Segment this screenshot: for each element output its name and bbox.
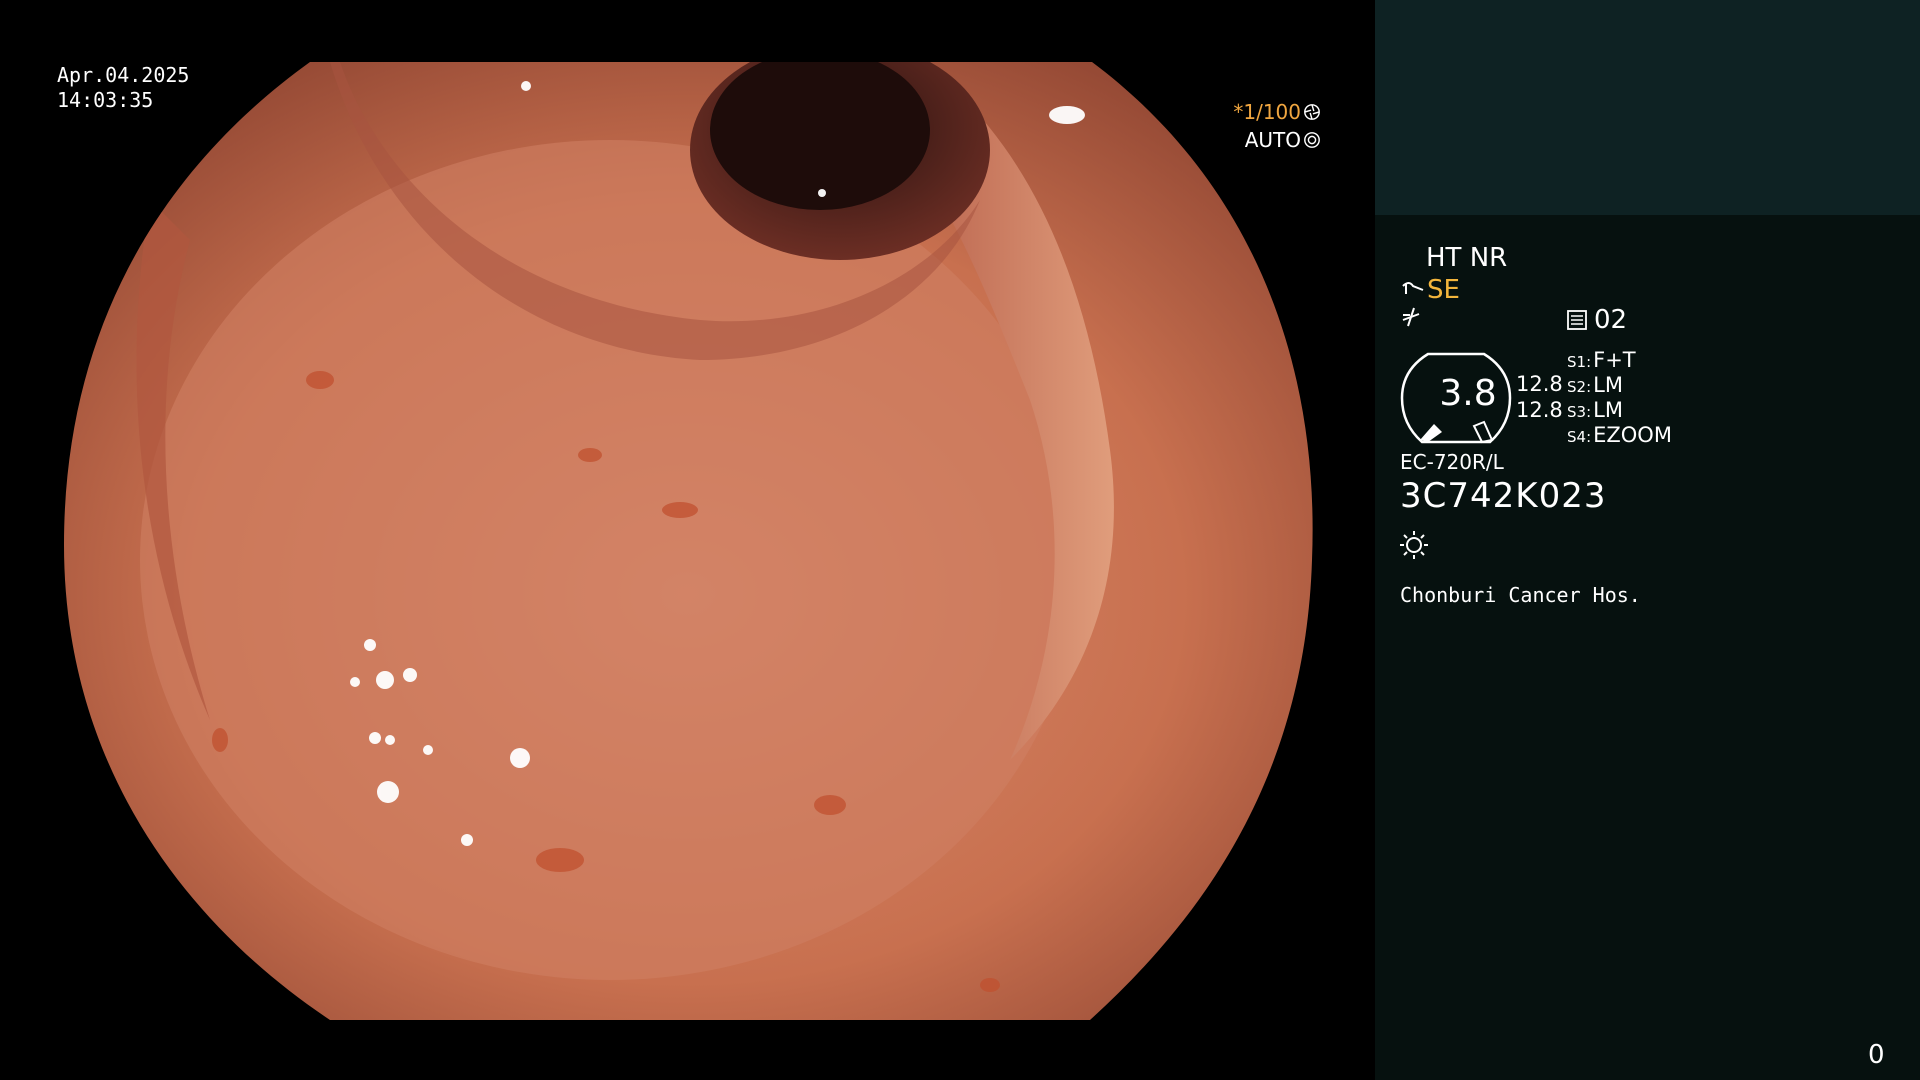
light-sun-icon (1400, 531, 1428, 559)
switch-key: S4: (1567, 428, 1592, 446)
scope-model: EC-720R/L (1400, 450, 1504, 474)
gauge-value: 3.8 (1439, 373, 1497, 414)
iris-mode: AUTO (1244, 128, 1301, 152)
switch-2: S2: LM (1567, 373, 1623, 397)
gauge-value-upper: 12.8 (1516, 372, 1563, 396)
scope-curve-icon (1402, 282, 1424, 294)
status-panel-header (1375, 0, 1920, 215)
shutter-icon (1304, 104, 1320, 120)
switch-key: S3: (1567, 403, 1592, 421)
endoscopy-view: Apr.04.2025 14:03:35 *1/100 AUTO (0, 0, 1375, 1080)
switch-1: S1: F+T (1567, 348, 1636, 372)
gauge-value-lower: 12.8 (1516, 398, 1563, 422)
switch-value: F+T (1593, 348, 1636, 372)
switch-value: LM (1593, 398, 1623, 422)
shutter-speed: *1/100 (1233, 100, 1301, 124)
hospital-name: Chonburi Cancer Hos. (1400, 583, 1641, 607)
scope-serial: 3C742K023 (1400, 476, 1607, 516)
status-panel (1375, 0, 1920, 1080)
capture-date: Apr.04.2025 (57, 63, 190, 87)
capture-time: 14:03:35 (57, 88, 154, 112)
se-indicator: SE (1401, 275, 1460, 305)
switch-key: S2: (1567, 378, 1592, 396)
shutter-indicator: *1/100 (1233, 100, 1321, 124)
endoscopic-image (64, 62, 1313, 1020)
slash-indicator (1400, 305, 1422, 335)
memory-indicator: 02 (1566, 305, 1627, 335)
ht-nr-label: HT NR (1426, 243, 1508, 273)
not-equal-icon (1402, 307, 1420, 327)
switch-3: S3: LM (1567, 398, 1623, 422)
se-label: SE (1427, 275, 1460, 305)
iris-icon (1304, 132, 1320, 148)
switch-value: LM (1593, 373, 1623, 397)
switch-key: S1: (1567, 353, 1592, 371)
memory-card-icon (1567, 310, 1587, 330)
switch-4: S4: EZOOM (1567, 423, 1672, 447)
memory-label: 02 (1594, 305, 1628, 335)
iris-indicator: AUTO (1245, 128, 1321, 152)
corner-counter: 0 (1868, 1040, 1885, 1070)
switch-value: EZOOM (1593, 423, 1672, 447)
